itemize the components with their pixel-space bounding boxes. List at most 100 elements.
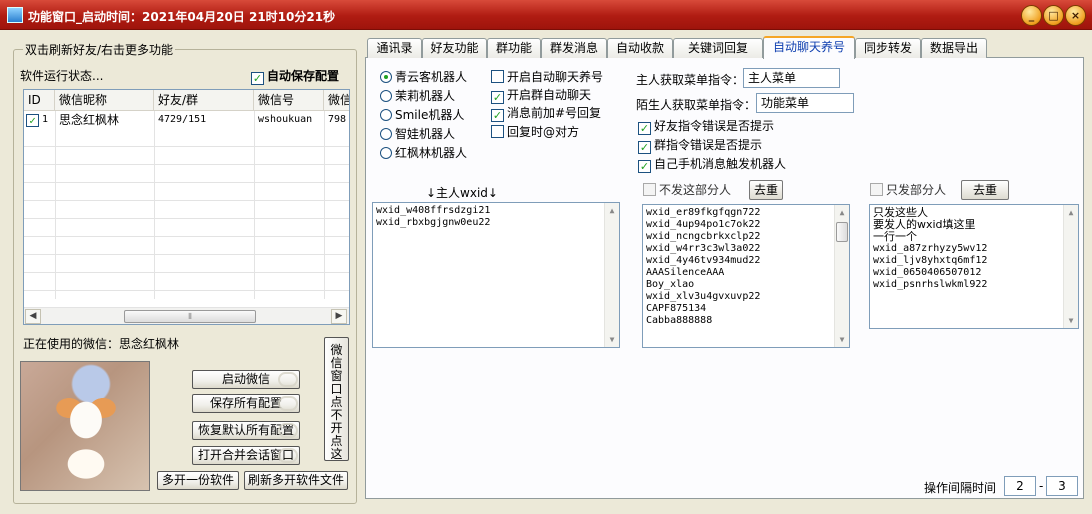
- tab-mass-message[interactable]: 群发消息: [541, 38, 607, 58]
- list-item: 一行一个: [873, 230, 917, 243]
- tab-group-functions[interactable]: 群功能: [487, 38, 541, 58]
- robot-option-2[interactable]: Smile机器人: [380, 106, 464, 123]
- col-nick[interactable]: 微信昵称: [55, 90, 154, 110]
- checkbox-icon: [638, 160, 651, 173]
- master-wxid-textarea[interactable]: wxid_w408ffrsdzgi21 wxid_rbxbgjgnw0eu22 ▲ ▼: [372, 202, 620, 348]
- vscrollbar[interactable]: ▲ ▼: [1063, 205, 1078, 328]
- row-nick: 思念红枫林: [59, 113, 120, 127]
- exclude-checkbox[interactable]: 不发这部分人: [643, 181, 731, 198]
- interval-separator: -: [1039, 479, 1044, 493]
- only-send-checkbox[interactable]: 只发部分人: [870, 181, 946, 198]
- interval-label: 操作间隔时间: [924, 481, 997, 495]
- interval-min-input[interactable]: 2: [1004, 476, 1036, 496]
- interval-max-input[interactable]: 3: [1046, 476, 1078, 496]
- option-label: 开启自动聊天养号: [507, 70, 604, 84]
- vscrollbar[interactable]: ▲ ▼: [604, 203, 619, 347]
- stranger-cmd-input[interactable]: 功能菜单: [756, 93, 854, 113]
- exclude-textarea[interactable]: wxid_er89fkgfqgn722 wxid_4up94po1c7ok22 wx…: [642, 204, 850, 348]
- robot-label: 青云客机器人: [395, 70, 468, 84]
- radio-icon: [380, 147, 392, 159]
- close-button[interactable]: ×: [1065, 5, 1086, 26]
- row-id: 1: [42, 114, 49, 125]
- prompt-self-trigger[interactable]: 自己手机消息触发机器人: [638, 155, 786, 173]
- col-extra[interactable]: 微信: [324, 90, 349, 110]
- col-friends[interactable]: 好友/群: [154, 90, 254, 110]
- col-id[interactable]: ID: [24, 90, 55, 110]
- robot-option-1[interactable]: 茉莉机器人: [380, 87, 455, 104]
- autosave-label: 自动保存配置: [267, 69, 340, 83]
- scroll-down-icon[interactable]: ▼: [1064, 313, 1078, 328]
- tab-contacts[interactable]: 通讯录: [367, 38, 422, 58]
- multi-open-button[interactable]: 多开一份软件: [157, 471, 239, 490]
- exclude-label: 不发这部分人: [659, 183, 732, 197]
- list-item: wxid_rbxbgjgnw0eu22: [376, 217, 491, 228]
- scroll-up-icon[interactable]: ▲: [605, 203, 619, 218]
- table-header: ID 微信昵称 好友/群 微信号 微信: [24, 90, 349, 111]
- option-group-chat[interactable]: 开启群自动聊天: [491, 86, 591, 104]
- robot-label: 智娃机器人: [395, 127, 456, 141]
- list-item: Cabba888888: [646, 315, 713, 326]
- scroll-down-icon[interactable]: ▼: [835, 332, 849, 347]
- scroll-thumb[interactable]: ⦀: [124, 310, 256, 323]
- minimize-button[interactable]: _: [1021, 5, 1042, 26]
- open-merge-window-button[interactable]: 打开合并会话窗口: [192, 446, 300, 465]
- checkbox-icon: [491, 125, 504, 138]
- col-wxid[interactable]: 微信号: [254, 90, 324, 110]
- scroll-thumb[interactable]: [836, 222, 848, 242]
- restore-defaults-button[interactable]: 恢复默认所有配置: [192, 421, 300, 440]
- only-dedupe-button[interactable]: 去重: [961, 180, 1009, 200]
- table-row[interactable]: 1 思念红枫林 4729/151 wshoukuan 798: [24, 111, 349, 129]
- list-item: wxid_w408ffrsdzgi21: [376, 205, 491, 216]
- list-item: wxid_ljv8yhxtq6mf12: [873, 255, 988, 266]
- tab-auto-chat[interactable]: 自动聊天养号: [763, 36, 855, 59]
- tab-friend-functions[interactable]: 好友功能: [422, 38, 487, 58]
- swirl-icon: [278, 396, 298, 411]
- master-cmd-input[interactable]: 主人菜单: [743, 68, 840, 88]
- grid-line: [254, 111, 255, 299]
- wechat-window-fix-button[interactable]: 微信窗口点不开点这: [324, 337, 349, 461]
- row-checkbox[interactable]: [26, 114, 39, 127]
- robot-option-3[interactable]: 智娃机器人: [380, 125, 455, 142]
- current-user-label: 正在使用的微信：思念红枫林: [23, 337, 180, 351]
- checkbox-icon: [870, 183, 883, 196]
- option-hash-prefix[interactable]: 消息前加#号回复: [491, 104, 601, 122]
- robot-option-4[interactable]: 红枫林机器人: [380, 144, 467, 161]
- start-wechat-button[interactable]: 启动微信: [192, 370, 300, 389]
- checkbox-icon: [643, 183, 656, 196]
- option-auto-chat[interactable]: 开启自动聊天养号: [491, 68, 603, 85]
- swirl-icon: [278, 448, 298, 463]
- scroll-left-icon[interactable]: ◀: [25, 309, 41, 324]
- list-item: wxid_er89fkgfqgn722: [646, 207, 761, 218]
- prompt-label: 群指令错误是否提示: [654, 138, 763, 152]
- option-label: 消息前加#号回复: [507, 106, 602, 120]
- save-all-button[interactable]: 保存所有配置: [192, 394, 300, 413]
- table-empty-rows: [24, 129, 349, 299]
- robot-option-0[interactable]: 青云客机器人: [380, 68, 467, 85]
- tab-keyword-reply[interactable]: 关键词回复: [673, 38, 763, 58]
- refresh-multi-button[interactable]: 刷新多开软件文件: [244, 471, 348, 490]
- only-send-textarea[interactable]: 只发这些人 要发人的wxid填这里 一行一个 wxid_a87zrhyzy5wv12 w…: [869, 204, 1079, 329]
- scroll-down-icon[interactable]: ▼: [605, 332, 619, 347]
- option-at-reply[interactable]: 回复时@对方: [491, 123, 579, 140]
- prompt-group-error[interactable]: 群指令错误是否提示: [638, 136, 762, 154]
- scroll-right-icon[interactable]: ▶: [331, 309, 347, 324]
- grid-line: [324, 111, 325, 299]
- list-item: wxid_a87zrhyzy5wv12: [873, 243, 988, 254]
- exclude-dedupe-button[interactable]: 去重: [749, 180, 783, 200]
- master-list-title: ↓主人wxid↓: [426, 186, 498, 200]
- robot-label: Smile机器人: [395, 108, 465, 122]
- autosave-checkbox[interactable]: 自动保存配置: [251, 67, 339, 85]
- row-id-cell[interactable]: 1: [24, 111, 55, 129]
- tab-data-export[interactable]: 数据导出: [921, 38, 987, 58]
- tab-auto-receive[interactable]: 自动收款: [607, 38, 673, 58]
- list-item: wxid_xlv3u4gvxuvp22: [646, 291, 761, 302]
- prompt-friend-error[interactable]: 好友指令错误是否提示: [638, 117, 774, 135]
- tab-sync-forward[interactable]: 同步转发: [855, 38, 921, 58]
- scroll-up-icon[interactable]: ▲: [1064, 205, 1078, 220]
- maximize-button[interactable]: □: [1043, 5, 1064, 26]
- account-table[interactable]: ID 微信昵称 好友/群 微信号 微信 1 思念红枫林 4729/151 wsh…: [23, 89, 350, 325]
- table-hscrollbar[interactable]: ◀ ⦀ ▶: [24, 307, 349, 324]
- vscrollbar[interactable]: ▲ ▼: [834, 205, 849, 347]
- group-title: 双击刷新好友/右击更多功能: [23, 41, 176, 58]
- scroll-up-icon[interactable]: ▲: [835, 205, 849, 220]
